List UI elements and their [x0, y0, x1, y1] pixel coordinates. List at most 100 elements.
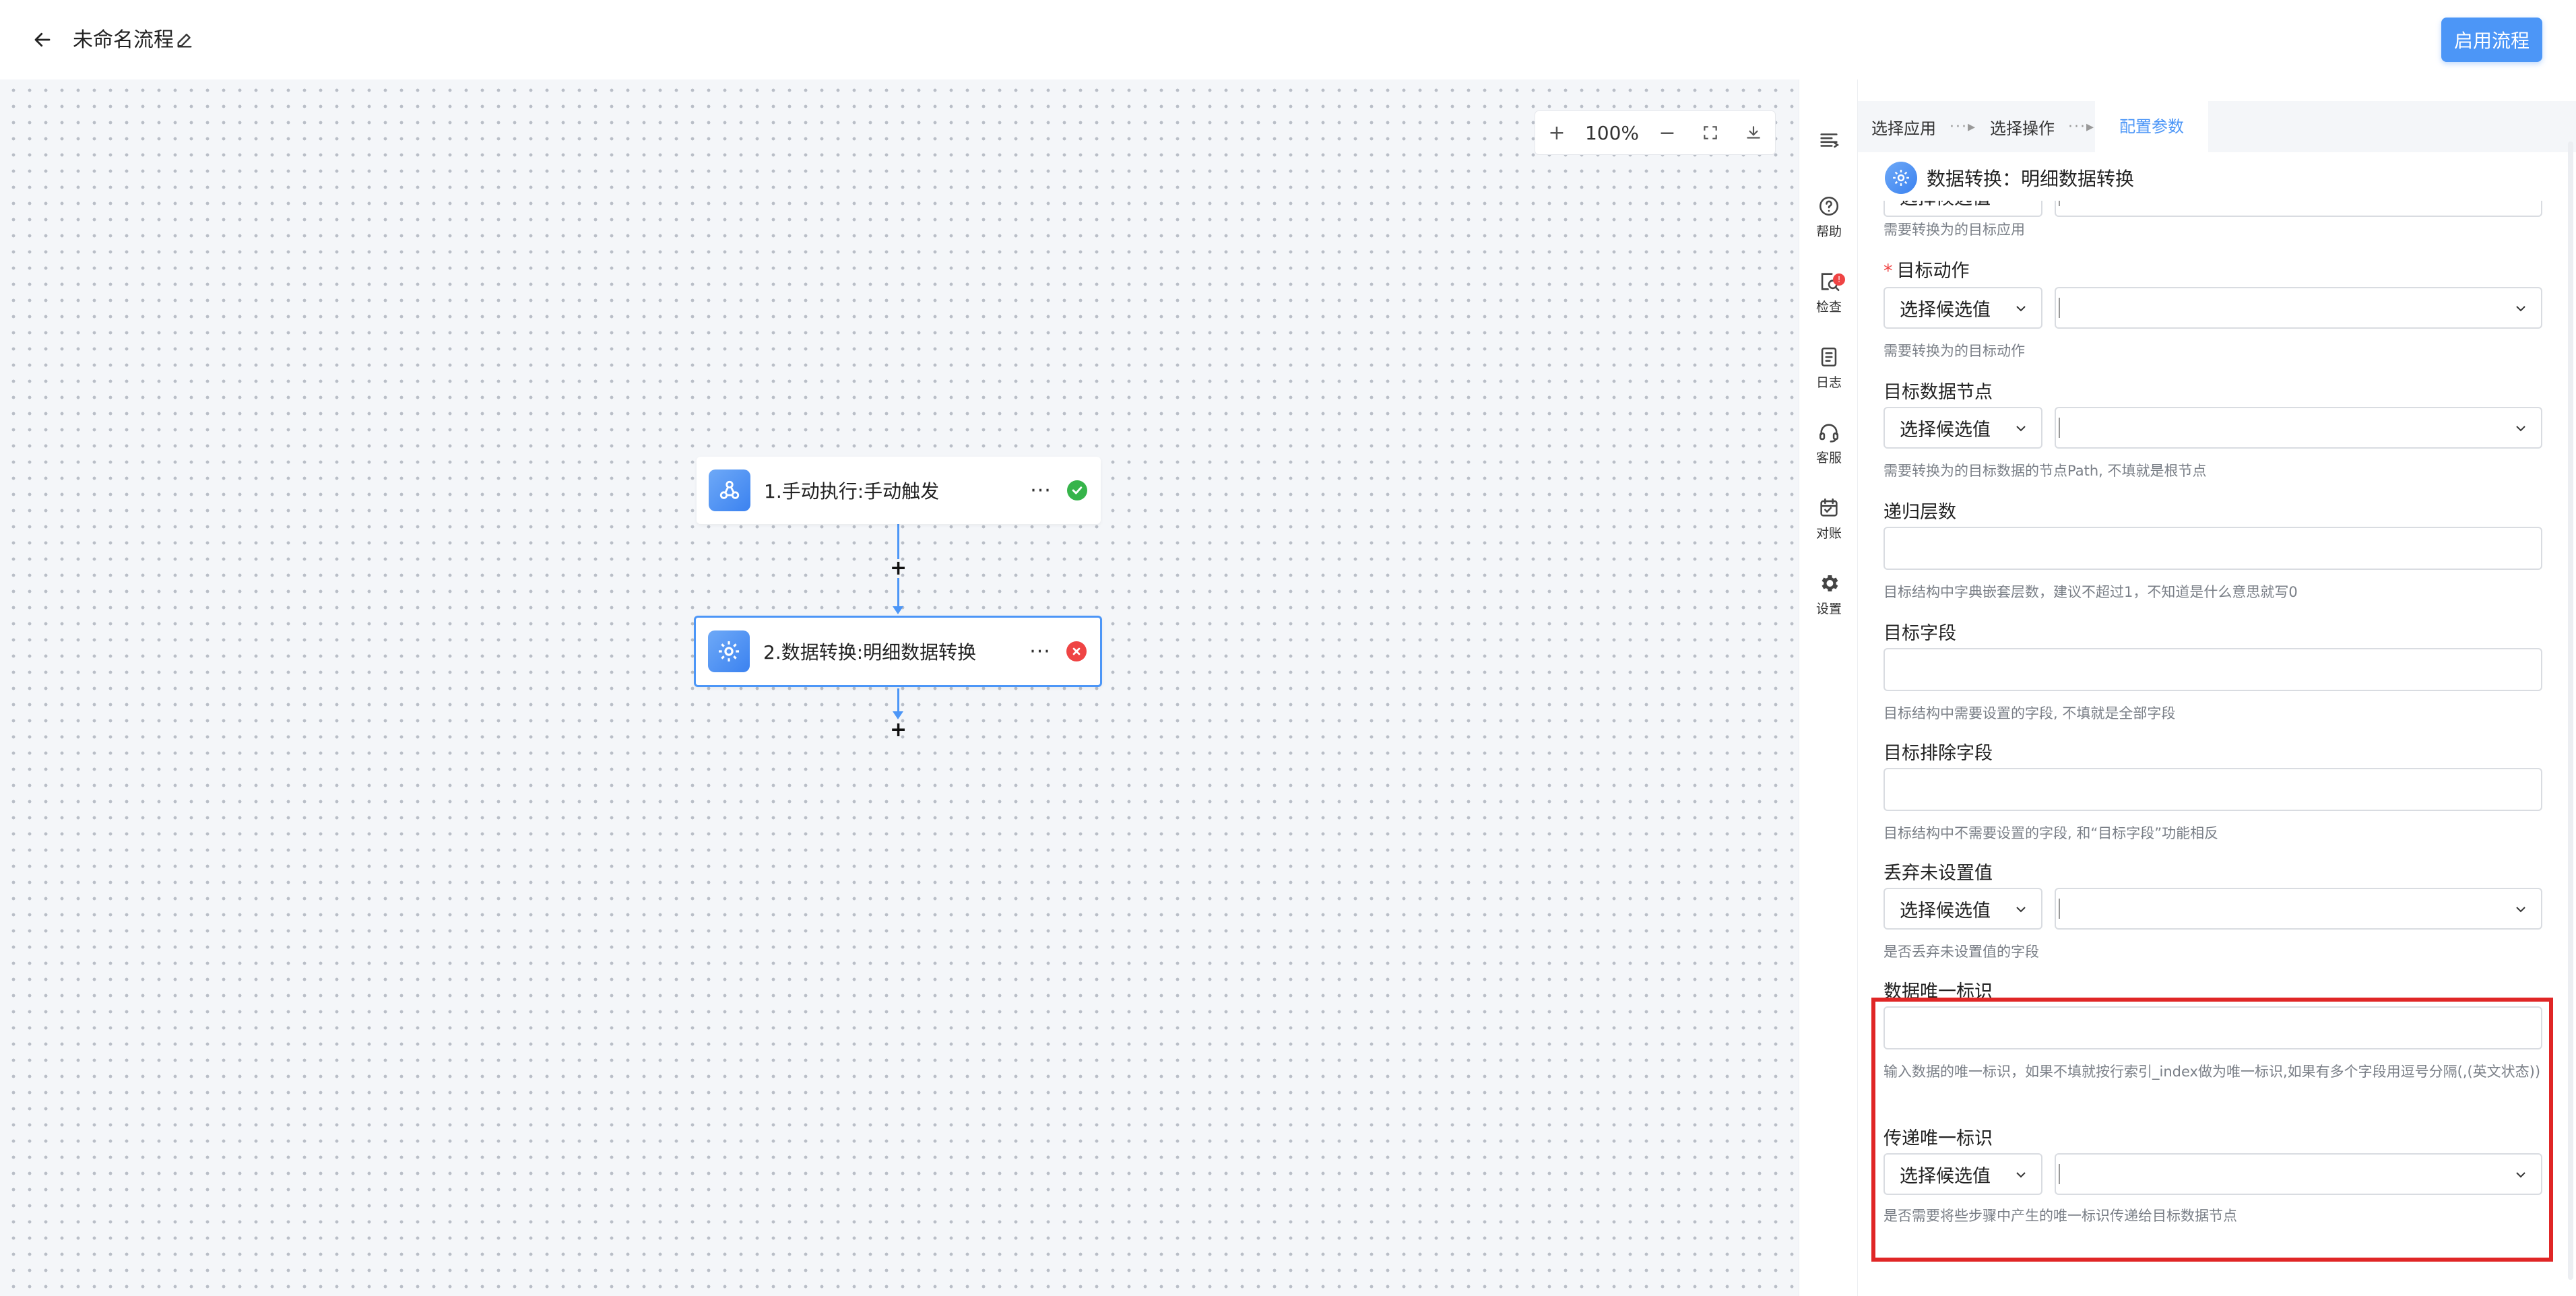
panel-title: 数据转换：明细数据转换: [1927, 168, 2135, 190]
add-step-button[interactable]: +: [890, 720, 907, 740]
transform-gear-icon: [708, 630, 750, 672]
chevron-down-icon: [2016, 306, 2026, 312]
select-placeholder: 选择候选值: [1900, 299, 1991, 321]
panel-header: 数据转换：明细数据转换: [1885, 158, 2134, 198]
discard-unset-value-select[interactable]: [2055, 888, 2542, 930]
select-placeholder: 选择候选值: [1900, 1165, 1991, 1187]
chevron-down-icon: [2516, 1172, 2525, 1178]
add-step-button[interactable]: +: [890, 558, 907, 579]
rail-item-outline[interactable]: [1799, 108, 1859, 172]
field-label-text: 目标动作: [1896, 261, 1970, 282]
node-more-button[interactable]: ···: [1023, 640, 1057, 663]
step-separator: ···▸: [2068, 118, 2096, 135]
zoom-level: 100%: [1584, 121, 1640, 144]
flow-node-transform[interactable]: 2.数据转换:明细数据转换 ···: [694, 616, 1102, 687]
step-select-app[interactable]: 选择应用: [1858, 115, 1950, 139]
rail-item-support[interactable]: 客服: [1799, 411, 1859, 476]
fullscreen-button[interactable]: [1689, 110, 1732, 155]
node-label: 2.数据转换:明细数据转换: [763, 641, 977, 663]
help-icon: [1819, 196, 1839, 216]
menu-icon: [1820, 133, 1840, 148]
field-label: * 目标动作: [1883, 256, 1970, 282]
config-panel: 选择应用 ···▸ 选择操作 ···▸ 配置参数 数据转换：明细数据转换 选择候…: [1858, 79, 2576, 1296]
connector-line: [897, 578, 899, 610]
required-marker: *: [1883, 261, 1893, 282]
log-icon: [1821, 347, 1837, 366]
zoom-out-button[interactable]: −: [1646, 110, 1689, 155]
chevron-down-icon: [2016, 426, 2026, 432]
field-label: 传递唯一标识: [1883, 1128, 1993, 1149]
field-hint: 输入数据的唯一标识，如果不填就按行索引_index做为唯一标识,如果有多个字段用…: [1883, 1064, 2541, 1080]
field-hint: 目标结构中字典嵌套层数，建议不超过1，不知道是什么意思就写0: [1883, 584, 2298, 600]
zoom-in-button[interactable]: +: [1535, 110, 1578, 155]
exclude-fields-input[interactable]: [1883, 768, 2542, 811]
download-button[interactable]: [1732, 110, 1775, 155]
flow-canvas[interactable]: + 100% −: [0, 79, 1799, 1296]
text-caret: [2059, 899, 2060, 919]
field-label: 丢弃未设置值: [1883, 863, 1993, 884]
rail-item-check[interactable]: ! 检查: [1799, 260, 1859, 325]
enable-flow-button[interactable]: 启用流程: [2441, 18, 2542, 62]
config-form: 选择候选值 需要转换为的目标应用 *目标动作 选择候选值 需要转换为的目标动作 …: [1858, 201, 2576, 1296]
panel-scrollbar[interactable]: [2568, 141, 2573, 1280]
arrow-left-icon: [34, 32, 51, 47]
field-hint: 需要转换为的目标应用: [1883, 222, 2025, 238]
rail-item-help[interactable]: 帮助: [1799, 185, 1859, 249]
target-action-type-select[interactable]: 选择候选值: [1883, 287, 2042, 329]
target-node-value-select[interactable]: [2055, 407, 2542, 449]
flow-node-trigger[interactable]: 1.手动执行:手动触发 ···: [697, 457, 1101, 524]
target-app-type-select[interactable]: 选择候选值: [1883, 201, 2042, 217]
text-caret: [2059, 201, 2060, 206]
pass-unique-id-value-select[interactable]: [2055, 1153, 2542, 1195]
calendar-icon: [1820, 498, 1838, 517]
field-hint: 是否需要将些步骤中产生的唯一标识传递给目标数据节点: [1883, 1208, 2237, 1224]
top-header: 未命名流程 启用流程: [0, 0, 2576, 79]
rail-item-label: 对账: [1815, 525, 1842, 541]
chevron-down-icon: [2016, 907, 2026, 913]
pass-unique-id-type-select[interactable]: 选择候选值: [1883, 1153, 2042, 1195]
flow-title: 未命名流程: [73, 28, 174, 52]
discard-unset-type-select[interactable]: 选择候选值: [1883, 888, 2042, 930]
headset-icon: [1819, 423, 1839, 443]
transform-gear-icon: [1885, 162, 1917, 194]
field-hint: 需要转换为的目标动作: [1883, 343, 2025, 359]
field-hint: 需要转换为的目标数据的节点Path, 不填就是根节点: [1883, 463, 2207, 479]
edit-title-button[interactable]: [172, 28, 197, 53]
node-more-button[interactable]: ···: [1024, 479, 1058, 503]
step-config-params[interactable]: 配置参数: [2095, 101, 2209, 152]
select-placeholder: 选择候选值: [1900, 900, 1991, 921]
text-caret: [2059, 1164, 2060, 1184]
download-icon: [1747, 126, 1760, 139]
webhook-icon: [709, 469, 750, 511]
check-badge: !: [1833, 273, 1845, 286]
chevron-down-icon: [2016, 1172, 2026, 1178]
unique-id-input[interactable]: [1883, 1006, 2542, 1049]
rail-item-label: 日志: [1815, 375, 1842, 390]
text-caret: [2059, 298, 2060, 318]
back-button[interactable]: [27, 24, 58, 55]
rail-item-label: 设置: [1815, 601, 1842, 616]
select-placeholder: 选择候选值: [1900, 419, 1991, 441]
field-hint: 目标结构中需要设置的字段, 不填就是全部字段: [1883, 705, 2176, 721]
target-action-value-select[interactable]: [2055, 287, 2542, 329]
step-breadcrumb: 选择应用 ···▸ 选择操作 ···▸ 配置参数: [1858, 101, 2576, 152]
rail-item-label: 检查: [1815, 299, 1842, 315]
fullscreen-icon: [1704, 126, 1717, 139]
rail-item-reconcile[interactable]: 对账: [1799, 486, 1859, 551]
select-placeholder: 选择候选值: [1900, 201, 1991, 209]
chevron-down-icon: [2513, 201, 2529, 205]
recursion-depth-input[interactable]: [1883, 527, 2542, 570]
target-node-type-select[interactable]: 选择候选值: [1883, 407, 2042, 449]
field-label: 数据唯一标识: [1883, 981, 1993, 1002]
step-separator: ···▸: [1950, 118, 1977, 135]
error-status-icon: [1066, 641, 1087, 661]
target-app-value-select[interactable]: [2055, 201, 2542, 217]
rail-item-settings[interactable]: 设置: [1799, 562, 1859, 626]
chevron-down-icon: [2516, 426, 2525, 432]
rail-item-log[interactable]: 日志: [1799, 335, 1859, 400]
field-label: 目标数据节点: [1883, 382, 1993, 403]
node-label: 1.手动执行:手动触发: [764, 480, 940, 503]
target-fields-input[interactable]: [1883, 648, 2542, 691]
step-select-action[interactable]: 选择操作: [1976, 115, 2068, 139]
gear-icon: [1822, 575, 1838, 591]
